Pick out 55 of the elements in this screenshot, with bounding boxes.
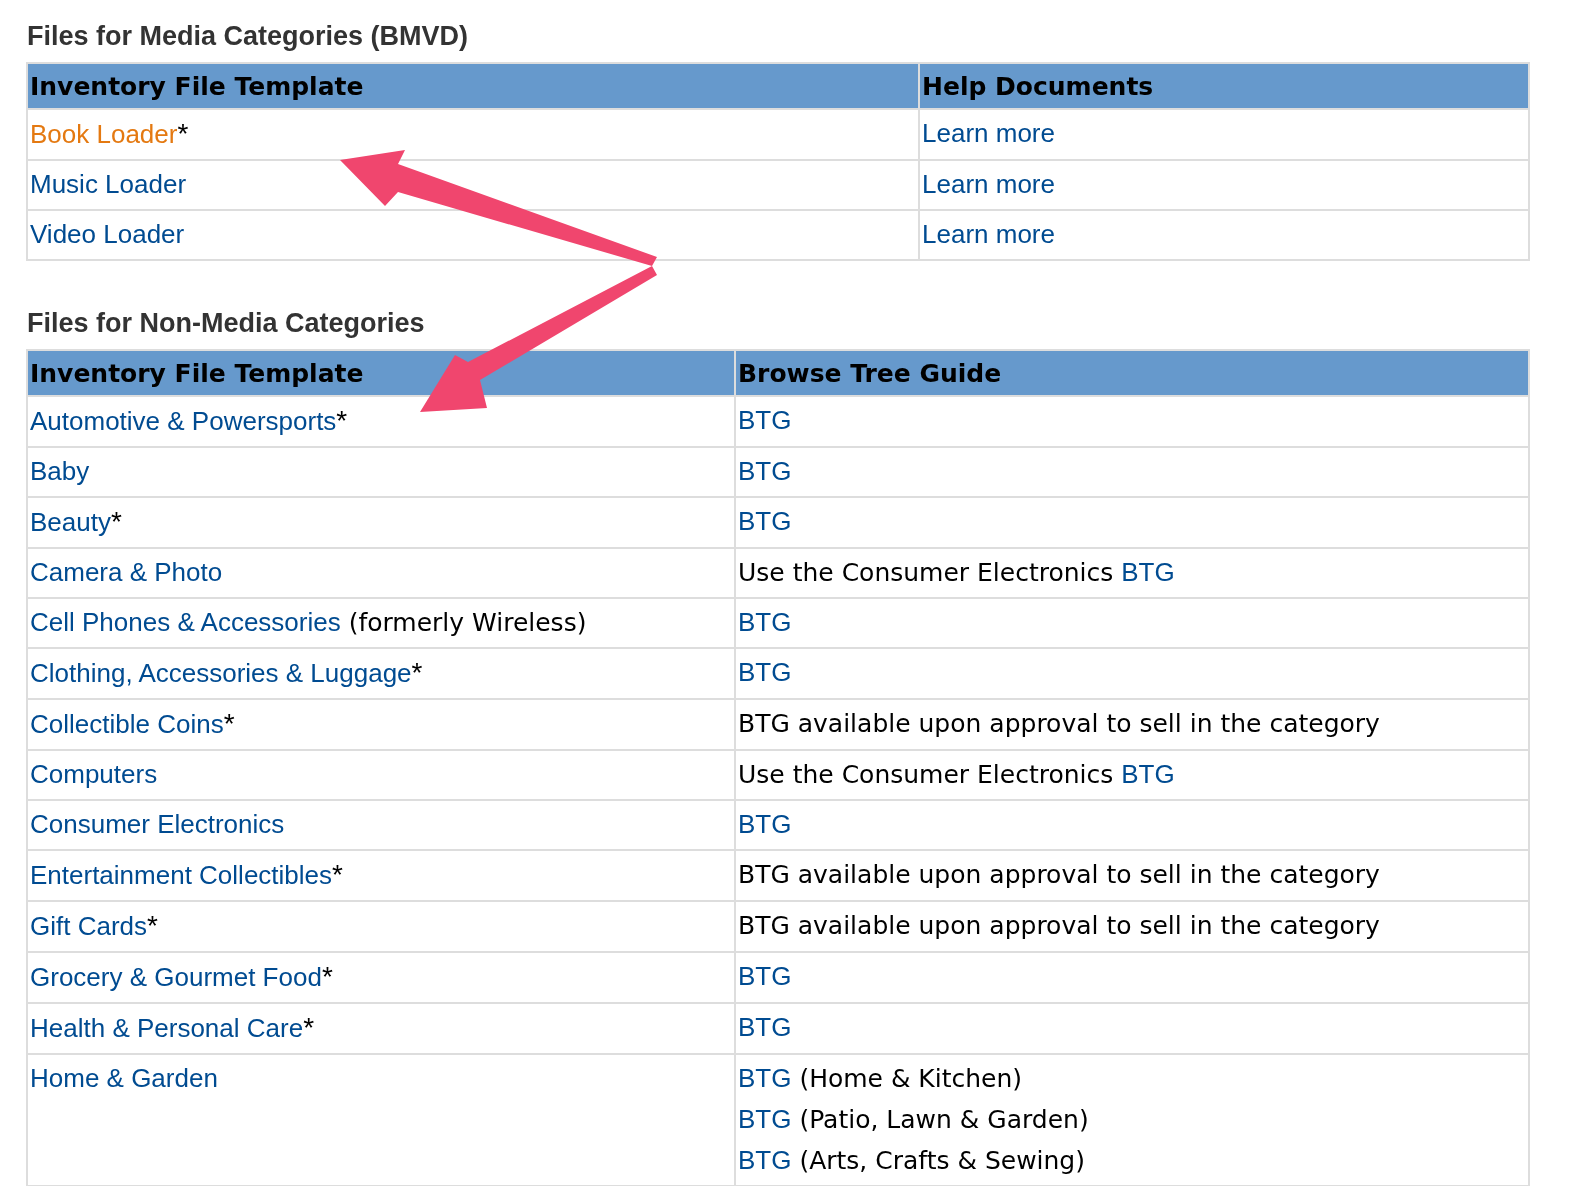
- link[interactable]: Entertainment Collectibles: [30, 860, 333, 890]
- column-header: Browse Tree Guide: [735, 350, 1529, 396]
- link[interactable]: BTG: [738, 961, 792, 991]
- link[interactable]: BTG: [738, 1104, 792, 1134]
- link[interactable]: BTG: [738, 1145, 792, 1175]
- link[interactable]: Automotive & Powersports: [30, 406, 337, 436]
- column-header: Help Documents: [919, 63, 1529, 109]
- link[interactable]: BTG: [738, 657, 792, 687]
- link[interactable]: BTG: [738, 405, 792, 435]
- link[interactable]: Collectible Coins: [30, 709, 224, 739]
- column-header: Inventory File Template: [27, 350, 735, 396]
- cell-text: BTG available upon approval to sell in the category: [738, 709, 1380, 738]
- link[interactable]: BTG: [738, 506, 792, 536]
- asterisk: *: [147, 910, 158, 941]
- asterisk: *: [332, 859, 343, 890]
- asterisk: *: [177, 118, 189, 149]
- cell-text: Use the Consumer Electronics: [738, 558, 1115, 587]
- cell-text: (Home & Kitchen): [798, 1064, 1023, 1093]
- section-heading: Files for Media Categories (BMVD): [27, 20, 470, 52]
- link[interactable]: Learn more: [922, 118, 1055, 148]
- cell-text: (Arts, Crafts & Sewing): [798, 1146, 1085, 1175]
- asterisk: *: [223, 708, 235, 739]
- link[interactable]: Grocery & Gourmet Food: [30, 962, 322, 992]
- link[interactable]: Video Loader: [30, 219, 185, 249]
- link[interactable]: Clothing, Accessories & Luggage: [30, 658, 412, 688]
- link[interactable]: BTG: [738, 1012, 792, 1042]
- section-heading: Files for Non-Media Categories: [27, 307, 426, 339]
- asterisk: *: [336, 405, 348, 436]
- cell-text: BTG available upon approval to sell in the category: [738, 911, 1380, 940]
- link[interactable]: Camera & Photo: [30, 557, 223, 587]
- link[interactable]: Beauty: [30, 507, 111, 537]
- asterisk: *: [411, 657, 423, 688]
- link[interactable]: Music Loader: [30, 169, 187, 199]
- link[interactable]: Baby: [30, 456, 90, 486]
- column-header: Inventory File Template: [27, 63, 919, 109]
- cell-text: BTG available upon approval to sell in the category: [738, 860, 1380, 889]
- link[interactable]: Cell Phones & Accessories: [30, 607, 341, 637]
- link[interactable]: BTG: [738, 1063, 792, 1093]
- link[interactable]: BTG: [738, 456, 792, 486]
- link[interactable]: Home & Garden: [30, 1063, 218, 1093]
- cell-text: Use the Consumer Electronics: [738, 760, 1115, 789]
- cell-text: (Patio, Lawn & Garden): [798, 1105, 1089, 1134]
- link[interactable]: Health & Personal Care: [30, 1013, 304, 1043]
- link[interactable]: BTG: [738, 809, 792, 839]
- link[interactable]: Learn more: [922, 169, 1055, 199]
- asterisk: *: [321, 961, 333, 992]
- asterisk: *: [303, 1012, 315, 1043]
- link[interactable]: BTG: [1121, 759, 1175, 789]
- link[interactable]: Computers: [30, 759, 158, 789]
- asterisk: *: [110, 506, 122, 537]
- link[interactable]: BTG: [1121, 557, 1175, 587]
- link[interactable]: Gift Cards: [30, 911, 148, 941]
- link[interactable]: Learn more: [922, 219, 1055, 249]
- link[interactable]: BTG: [738, 607, 792, 637]
- cell-text: (formerly Wireless): [347, 608, 587, 637]
